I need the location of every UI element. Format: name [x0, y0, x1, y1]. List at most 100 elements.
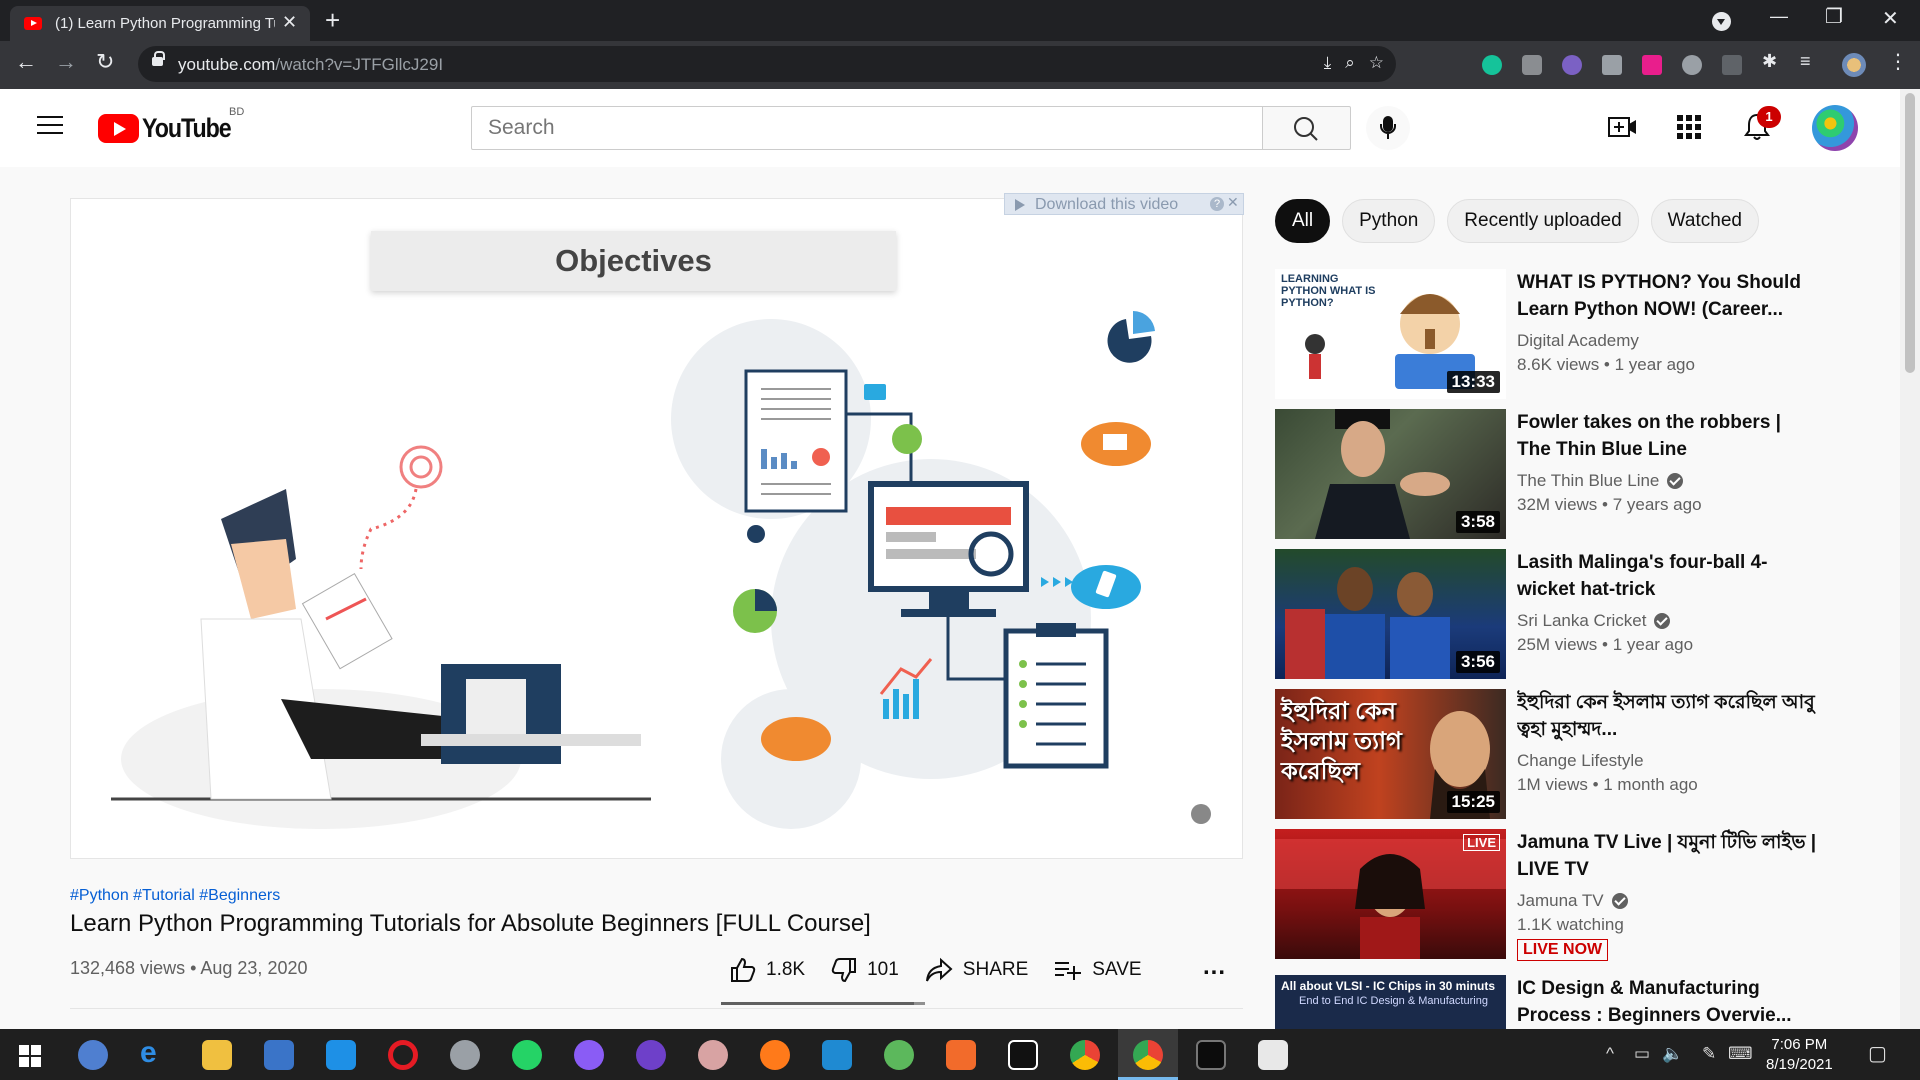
app-icon[interactable] [884, 1040, 914, 1070]
voice-search-button[interactable] [1366, 106, 1410, 150]
downloads-icon[interactable] [1712, 12, 1731, 31]
video-thumbnail[interactable]: LEARNING PYTHON WHAT IS PYTHON? 13:33 [1275, 269, 1506, 399]
notifications-center-icon[interactable]: ▢ [1868, 1041, 1887, 1066]
recommended-video[interactable]: LEARNING PYTHON WHAT IS PYTHON? 13:33 WH… [1275, 269, 1895, 399]
channel-name[interactable]: Change Lifestyle [1517, 751, 1644, 771]
like-button[interactable]: 1.8K [730, 957, 805, 983]
download-extension-icon[interactable] [1682, 55, 1702, 75]
maximize-icon[interactable]: ❐ [1825, 4, 1843, 29]
grammarly-extension-icon[interactable] [1482, 55, 1502, 75]
channel-name[interactable]: Jamuna TV [1517, 891, 1628, 911]
app-icon[interactable] [946, 1040, 976, 1070]
app-icon[interactable] [698, 1040, 728, 1070]
recommended-video-title[interactable]: WHAT IS PYTHON? You Should Learn Python … [1517, 269, 1817, 323]
url-text[interactable]: youtube.com/watch?v=JTFGllcJ29I [178, 55, 443, 75]
pycharm-icon[interactable] [1008, 1040, 1038, 1070]
recommended-video[interactable]: ইহুদিরা কেন ইসলাম ত্যাগ করেছিল 15:25 ইহু… [1275, 689, 1895, 819]
tab-close-icon[interactable]: ✕ [282, 12, 297, 33]
save-button[interactable]: SAVE [1054, 958, 1142, 982]
opera-icon[interactable] [388, 1040, 418, 1070]
qbittorrent-icon[interactable] [78, 1040, 108, 1070]
extension-icon[interactable] [1562, 55, 1582, 75]
app-icon[interactable] [450, 1040, 480, 1070]
apps-grid-icon[interactable] [1677, 115, 1701, 139]
profile-avatar-icon[interactable] [1842, 53, 1866, 77]
create-video-icon[interactable] [1608, 115, 1638, 141]
youtube-logo[interactable]: YouTube [98, 113, 245, 143]
channel-name[interactable]: The Thin Blue Line [1517, 471, 1684, 491]
video-player[interactable]: Objectives [70, 198, 1243, 859]
help-icon[interactable]: ? [1210, 197, 1224, 211]
system-clock[interactable]: 7:06 PM 8/19/2021 [1766, 1035, 1833, 1075]
vscode-icon[interactable] [822, 1040, 852, 1070]
keyboard-icon[interactable]: ⌨ [1728, 1044, 1753, 1064]
chip-watched[interactable]: Watched [1650, 199, 1759, 243]
extension-icon[interactable] [1602, 55, 1622, 75]
search-input[interactable] [472, 107, 1262, 149]
forward-icon[interactable]: → [55, 49, 77, 75]
browser-menu-icon[interactable]: ⋮ [1888, 49, 1908, 74]
recommended-video-title[interactable]: Jamuna TV Live | যমুনা টিভি লাইভ | LIVE … [1517, 829, 1817, 883]
app-icon[interactable] [1258, 1040, 1288, 1070]
new-tab-icon[interactable]: + [325, 5, 340, 36]
browser-tab[interactable]: (1) Learn Python Programming Tu ✕ [10, 6, 310, 41]
media-control-icon[interactable]: ≡ [1800, 51, 1820, 71]
bookmark-star-icon[interactable]: ☆ [1369, 53, 1384, 73]
github-icon[interactable] [636, 1040, 666, 1070]
volume-icon[interactable]: 🔈 [1662, 1044, 1683, 1064]
windows-start-icon[interactable] [19, 1045, 41, 1067]
close-window-icon[interactable]: ✕ [1882, 6, 1899, 31]
download-this-video-label[interactable]: Download this video [1035, 196, 1178, 214]
channel-name[interactable]: Sri Lanka Cricket [1517, 611, 1671, 631]
more-actions-button[interactable]: ... [1203, 953, 1226, 981]
chrome-icon[interactable] [1133, 1040, 1163, 1070]
search-box[interactable] [471, 106, 1263, 150]
video-thumbnail[interactable]: 3:58 [1275, 409, 1506, 539]
terminal-icon[interactable] [1196, 1040, 1226, 1070]
reload-icon[interactable]: ↻ [96, 49, 114, 75]
chip-python[interactable]: Python [1342, 199, 1436, 243]
chip-all[interactable]: All [1275, 199, 1331, 243]
extension-icon[interactable] [1722, 55, 1742, 75]
network-icon[interactable]: ▭ [1634, 1044, 1650, 1064]
edge-icon[interactable]: e [140, 1036, 170, 1069]
minimize-icon[interactable]: — [1770, 6, 1788, 27]
scrollbar-thumb[interactable] [1905, 93, 1915, 373]
microsoft-store-icon[interactable] [264, 1040, 294, 1070]
menu-hamburger-icon[interactable] [37, 116, 63, 134]
pen-icon[interactable]: ✎ [1702, 1044, 1716, 1064]
screenshot-extension-icon[interactable] [1522, 55, 1542, 75]
share-button[interactable]: SHARE [925, 957, 1028, 983]
lock-icon[interactable] [152, 51, 165, 66]
extensions-puzzle-icon[interactable]: ✱ [1762, 51, 1782, 71]
mail-icon[interactable] [326, 1040, 356, 1070]
close-icon[interactable]: ✕ [1227, 194, 1239, 211]
file-explorer-icon[interactable] [202, 1040, 232, 1070]
page-scrollbar[interactable] [1900, 89, 1920, 1029]
dislike-button[interactable]: 101 [831, 957, 899, 983]
address-bar[interactable]: youtube.com/watch?v=JTFGllcJ29I ⤓ ⌕ ☆ [138, 46, 1396, 82]
extension-icon[interactable] [1642, 55, 1662, 75]
user-avatar[interactable] [1812, 105, 1858, 151]
video-hashtags[interactable]: #Python #Tutorial #Beginners [70, 887, 280, 905]
whatsapp-icon[interactable] [512, 1040, 542, 1070]
video-thumbnail[interactable]: 3:56 [1275, 549, 1506, 679]
video-thumbnail[interactable]: ইহুদিরা কেন ইসলাম ত্যাগ করেছিল 15:25 [1275, 689, 1506, 819]
show-hidden-icons-icon[interactable]: ^ [1606, 1044, 1614, 1064]
video-thumbnail[interactable]: All about VLSI - IC Chips in 30 minuts E… [1275, 975, 1506, 1029]
recommended-video[interactable]: LIVE Jamuna TV Live | যমুনা টিভি লাইভ | … [1275, 829, 1895, 961]
download-this-video-bar[interactable]: Download this video ? ✕ [1004, 193, 1244, 215]
channel-name[interactable]: Digital Academy [1517, 331, 1639, 351]
search-button[interactable] [1262, 106, 1351, 150]
recommended-video[interactable]: 3:56 Lasith Malinga's four-ball 4-wicket… [1275, 549, 1895, 679]
firefox-icon[interactable] [760, 1040, 790, 1070]
video-thumbnail[interactable]: LIVE [1275, 829, 1506, 959]
recommended-video-title[interactable]: Lasith Malinga's four-ball 4-wicket hat-… [1517, 549, 1817, 603]
zoom-icon[interactable]: ⌕ [1345, 53, 1355, 73]
install-app-icon[interactable]: ⤓ [1324, 53, 1332, 73]
back-icon[interactable]: ← [15, 49, 37, 75]
messenger-icon[interactable] [574, 1040, 604, 1070]
recommended-video-title[interactable]: Fowler takes on the robbers | The Thin B… [1517, 409, 1817, 463]
chip-recently-uploaded[interactable]: Recently uploaded [1447, 199, 1639, 243]
recommended-video[interactable]: 3:58 Fowler takes on the robbers | The T… [1275, 409, 1895, 539]
